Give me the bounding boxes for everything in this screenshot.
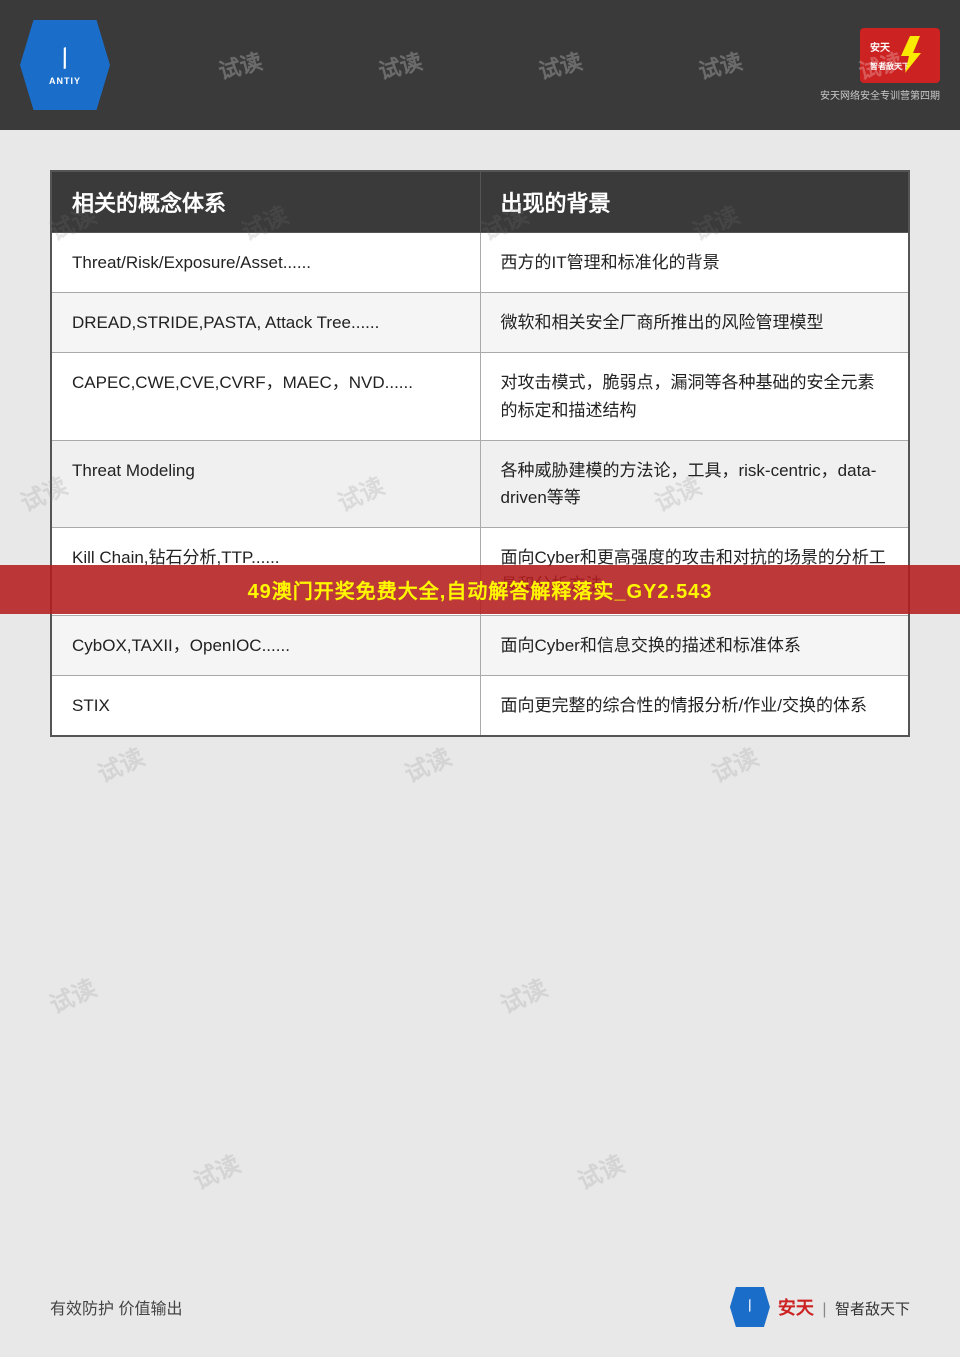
footer-brand: 安天: [778, 1298, 814, 1318]
table-header-row: 相关的概念体系 出现的背景: [51, 171, 909, 233]
spam-banner: 49澳门开奖免费大全,自动解答解释落实_GY2.543: [0, 565, 960, 614]
svg-text:智者敌天下: 智者敌天下: [870, 61, 910, 71]
main-table: 相关的概念体系 出现的背景 Threat/Risk/Exposure/Asset…: [50, 170, 910, 737]
header-subtitle: 安天网络安全专训营第四期: [820, 87, 940, 102]
footer-right: / 安天 | 智者敌天下: [730, 1287, 910, 1327]
header: 试读 试读 试读 试读 试读 试读 / ANTIY 安天 智者敌天下: [0, 0, 960, 130]
header-right-brand: 安天 智者敌天下: [865, 31, 935, 81]
table-row: Threat/Risk/Exposure/Asset......西方的IT管理和…: [51, 233, 909, 293]
header-right-logo-box: 安天 智者敌天下: [860, 28, 940, 83]
logo-inner: / ANTIY: [49, 43, 81, 87]
watermark-11: 试读: [494, 969, 552, 1021]
watermark-10: 试读: [43, 969, 101, 1021]
footer-logo-slash: /: [745, 1298, 754, 1317]
table-row: STIX面向更完整的综合性的情报分析/作业/交换的体系: [51, 675, 909, 736]
table-row: CAPEC,CWE,CVE,CVRF，MAEC，NVD......对攻击模式，脆…: [51, 353, 909, 440]
logo-slash: /: [45, 39, 84, 78]
footer-brand-text: 安天 | 智者敌天下: [778, 1294, 910, 1320]
header-right: 安天 智者敌天下 安天网络安全专训营第四期: [820, 28, 940, 102]
svg-text:安天: 安天: [870, 41, 891, 54]
watermark-12: 试读: [187, 1145, 245, 1197]
main-content: 49澳门开奖免费大全,自动解答解释落实_GY2.543 相关的概念体系 出现的背…: [0, 130, 960, 777]
table-cell-col2: 微软和相关安全厂商所推出的风险管理模型: [480, 293, 909, 353]
header-wm-4: 试读: [535, 44, 586, 86]
table-cell-col1: DREAD,STRIDE,PASTA, Attack Tree......: [51, 293, 480, 353]
header-wm-3: 试读: [375, 44, 426, 86]
table-cell-col1: CybOX,TAXII，OpenIOC......: [51, 615, 480, 675]
col1-header: 相关的概念体系: [51, 171, 480, 233]
watermark-13: 试读: [571, 1145, 629, 1197]
table-cell-col2: 面向Cyber和信息交换的描述和标准体系: [480, 615, 909, 675]
logo: / ANTIY: [20, 20, 110, 110]
table-cell-col1: Threat Modeling: [51, 440, 480, 527]
header-watermarks: 试读 试读 试读 试读 试读 试读: [0, 0, 960, 130]
table-cell-col2: 对攻击模式，脆弱点，漏洞等各种基础的安全元素的标定和描述结构: [480, 353, 909, 440]
table-cell-col1: CAPEC,CWE,CVE,CVRF，MAEC，NVD......: [51, 353, 480, 440]
table-cell-col2: 西方的IT管理和标准化的背景: [480, 233, 909, 293]
table-cell-col1: STIX: [51, 675, 480, 736]
table-cell-col2: 各种威胁建模的方法论，工具，risk-centric，data-driven等等: [480, 440, 909, 527]
header-wm-5: 试读: [695, 44, 746, 86]
footer-logo: /: [730, 1287, 770, 1327]
table-cell-col1: Threat/Risk/Exposure/Asset......: [51, 233, 480, 293]
table-row: CybOX,TAXII，OpenIOC......面向Cyber和信息交换的描述…: [51, 615, 909, 675]
table-cell-col2: 面向更完整的综合性的情报分析/作业/交换的体系: [480, 675, 909, 736]
table-row: DREAD,STRIDE,PASTA, Attack Tree......微软和…: [51, 293, 909, 353]
footer-brand-sub: 智者敌天下: [835, 1301, 910, 1318]
table-row: Threat Modeling各种威胁建模的方法论，工具，risk-centri…: [51, 440, 909, 527]
header-wm-2: 试读: [215, 44, 266, 86]
col2-header: 出现的背景: [480, 171, 909, 233]
footer-separator: |: [822, 1301, 826, 1318]
footer: 有效防护 价值输出 / 安天 | 智者敌天下: [0, 1287, 960, 1327]
footer-left-text: 有效防护 价值输出: [50, 1295, 182, 1319]
